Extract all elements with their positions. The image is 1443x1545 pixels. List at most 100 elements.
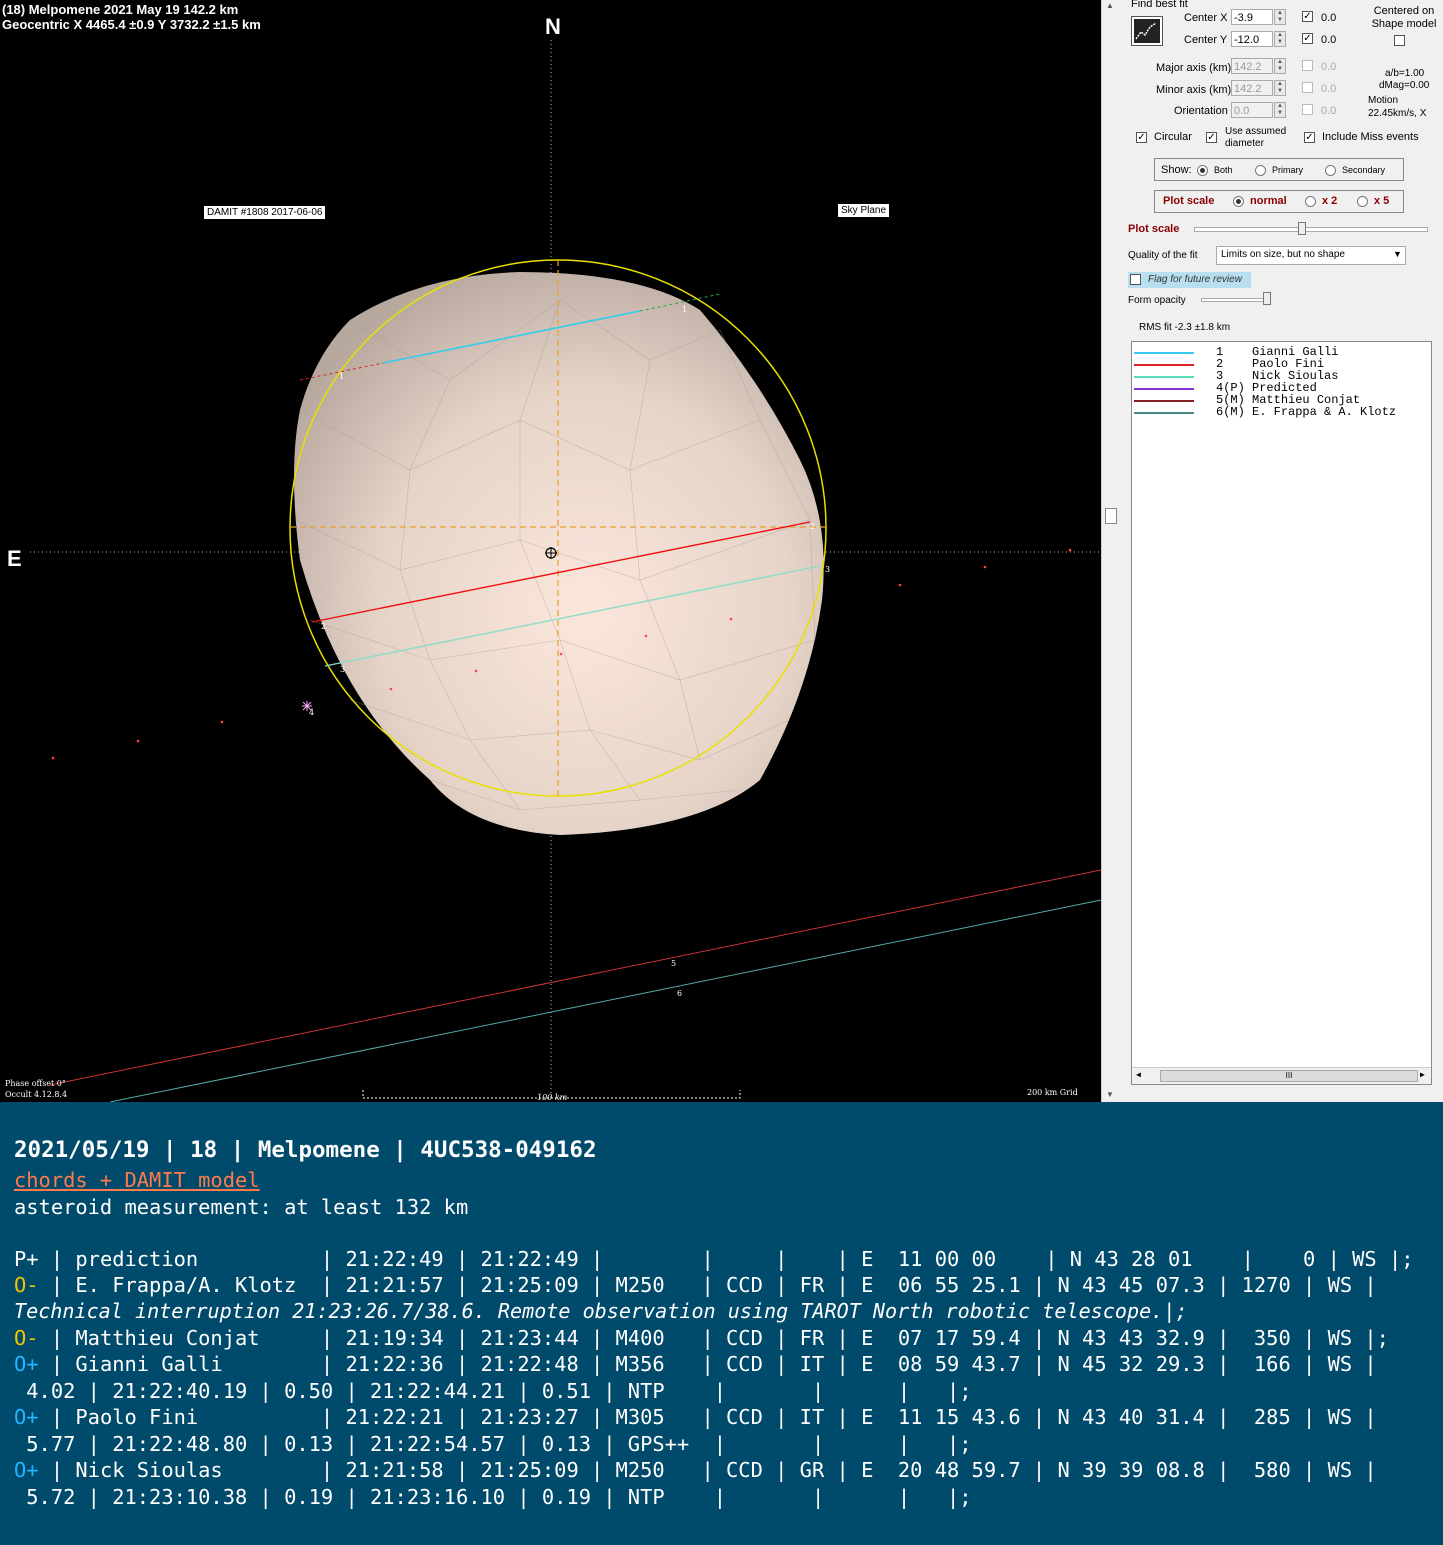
form-opacity-label: Form opacity [1128, 295, 1186, 306]
event-tag: O- [14, 1273, 39, 1297]
plot-scale-slider-track[interactable] [1194, 227, 1428, 232]
centered-on-shape-label: Centered on Shape model [1371, 5, 1437, 30]
view-label: Sky Plane [838, 204, 890, 217]
report-panel: 2021/05/19 | 18 | Melpomene | 4UC538-049… [0, 1102, 1443, 1545]
center-y-fix-value: 0.0 [1321, 34, 1337, 46]
legend-name: E. Frappa & A. Klotz [1252, 405, 1397, 419]
legend-hscroll-thumb[interactable]: III [1160, 1070, 1418, 1082]
fit-control-panel: Find best fit Center X -3.9 ▲ ▼ ✓ 0.0 Cen… [1119, 0, 1443, 1102]
chevron-down-icon: ▼ [1393, 249, 1402, 259]
orientation-spinner[interactable]: ▲ ▼ [1274, 102, 1286, 118]
circular-label: Circular [1154, 131, 1192, 143]
scroll-left-icon[interactable]: ◀ [1136, 1070, 1141, 1080]
center-x-fix-value: 0.0 [1321, 12, 1337, 24]
center-y-input[interactable]: -12.0 [1231, 31, 1273, 47]
legend-row[interactable]: 6(M) E. Frappa & A. Klotz [1132, 406, 1427, 418]
event-tag: O+ [14, 1458, 39, 1482]
legend-swatch [1134, 388, 1194, 390]
center-x-spinner[interactable]: ▲ ▼ [1274, 9, 1286, 25]
report-line: O+ | Gianni Galli | 21:22:36 | 21:22:48 … [14, 1352, 1377, 1376]
legend-swatch [1134, 352, 1194, 354]
centered-on-shape-checkbox[interactable] [1394, 35, 1405, 46]
observer-legend[interactable]: 1 Gianni Galli 2 Paolo Fini 3 Nick Sioul… [1131, 341, 1432, 1085]
quality-label: Quality of the fit [1128, 250, 1198, 261]
minor-axis-fix-checkbox[interactable] [1302, 82, 1313, 93]
model-label: DAMIT #1808 2017-06-06 [204, 206, 326, 219]
legend-hscrollbar[interactable]: ◀ III ▶ [1132, 1067, 1431, 1084]
panel-scrollbar[interactable]: ▲ ▼ [1101, 0, 1120, 1102]
report-measurement: asteroid measurement: at least 132 km [14, 1195, 469, 1219]
show-primary-radio[interactable] [1255, 165, 1266, 176]
chord-label: 4 [309, 708, 315, 717]
fit-chart-icon [1134, 19, 1160, 43]
occultation-plot[interactable]: (18) Melpomene 2021 May 19 142.2 km Geoc… [0, 0, 1101, 1102]
major-axis-spinner[interactable]: ▲ ▼ [1274, 58, 1286, 74]
chord-5 [49, 869, 1101, 1086]
center-y-label: Center Y [1184, 34, 1228, 46]
form-opacity-slider-thumb[interactable] [1263, 292, 1271, 305]
chord-label: 3 [340, 665, 346, 674]
minor-axis-fix-value: 0.0 [1321, 83, 1337, 95]
quality-select[interactable]: Limits on size, but no shape ▼ [1216, 246, 1406, 265]
major-axis-input[interactable]: 142.2 [1231, 58, 1273, 74]
east-label: E [7, 546, 22, 571]
report-line: O+ | Paolo Fini | 21:22:21 | 21:23:27 | … [14, 1405, 1377, 1429]
center-x-input[interactable]: -3.9 [1231, 9, 1273, 25]
occult-version: Occult 4.12.8.4 [5, 1090, 68, 1099]
minor-axis-input[interactable]: 142.2 [1231, 80, 1273, 96]
orientation-label: Orientation [1174, 105, 1228, 117]
report-line: 5.77 | 21:22:48.80 | 0.13 | 21:22:54.57 … [14, 1432, 972, 1456]
find-best-fit-button[interactable] [1131, 16, 1163, 46]
use-assumed-label: Use assumed diameter [1225, 126, 1287, 149]
scroll-down-icon[interactable]: ▼ [1106, 1090, 1114, 1099]
scale-bar-label: 100 km [537, 1093, 568, 1102]
major-axis-fix-checkbox[interactable] [1302, 60, 1313, 71]
chord-label: 5 [671, 959, 677, 968]
report-line: 4.02 | 21:22:40.19 | 0.50 | 21:22:44.21 … [14, 1379, 972, 1403]
axis-ratio: a/b=1.00 [1385, 68, 1425, 79]
flag-review-checkbox[interactable] [1130, 274, 1141, 285]
center-y-fix-checkbox[interactable]: ✓ [1302, 33, 1313, 44]
center-x-fix-checkbox[interactable]: ✓ [1302, 11, 1313, 22]
center-y-spinner[interactable]: ▲ ▼ [1274, 31, 1286, 47]
scroll-thumb[interactable] [1105, 508, 1117, 524]
legend-num: 6(M) [1216, 405, 1245, 419]
chord-label: 2 [321, 622, 327, 631]
event-tag: O- [14, 1326, 39, 1350]
use-assumed-checkbox[interactable]: ✓ [1206, 132, 1217, 143]
scale-x5-radio[interactable] [1357, 196, 1368, 207]
orientation-input[interactable]: 0.0 [1231, 102, 1273, 118]
report-link[interactable]: chords + DAMIT model [14, 1168, 260, 1192]
scale-normal-radio[interactable] [1233, 196, 1244, 207]
scroll-up-icon[interactable]: ▲ [1106, 1, 1114, 10]
orientation-fix-value: 0.0 [1321, 105, 1337, 117]
legend-swatch [1134, 376, 1194, 378]
plot-scale-group: Plot scale normal x 2 x 5 [1154, 190, 1404, 213]
show-both-label: Both [1214, 165, 1233, 175]
include-miss-checkbox[interactable]: ✓ [1304, 132, 1315, 143]
form-opacity-slider-track[interactable] [1201, 298, 1269, 302]
scale-x2-radio[interactable] [1305, 196, 1316, 207]
flag-review-label: Flag for future review [1148, 274, 1242, 285]
scroll-right-icon[interactable]: ▶ [1420, 1070, 1425, 1080]
chord-label: 1 [682, 305, 688, 314]
event-tag: P+ [14, 1247, 39, 1271]
minor-axis-spinner[interactable]: ▲ ▼ [1274, 80, 1286, 96]
minor-axis-label: Minor axis (km) [1156, 84, 1232, 96]
plot-scale-slider-thumb[interactable] [1298, 222, 1306, 235]
plot-scale-label: Plot scale [1163, 195, 1215, 207]
show-secondary-radio[interactable] [1325, 165, 1336, 176]
report-line: O- | Matthieu Conjat | 21:19:34 | 21:23:… [14, 1326, 1389, 1350]
chord-6 [109, 899, 1101, 1102]
orientation-fix-checkbox[interactable] [1302, 104, 1313, 115]
show-both-radio[interactable] [1197, 165, 1208, 176]
scale-x5-label: x 5 [1374, 195, 1390, 207]
chord-label: 2 [810, 522, 816, 531]
asteroid-shape-model [294, 272, 824, 835]
scale-normal-label: normal [1250, 195, 1287, 207]
chord-label: 6 [677, 989, 683, 998]
event-tag: O+ [14, 1405, 39, 1429]
circular-checkbox[interactable]: ✓ [1136, 132, 1147, 143]
center-x-label: Center X [1184, 12, 1228, 24]
motion-label: Motion [1368, 95, 1399, 106]
